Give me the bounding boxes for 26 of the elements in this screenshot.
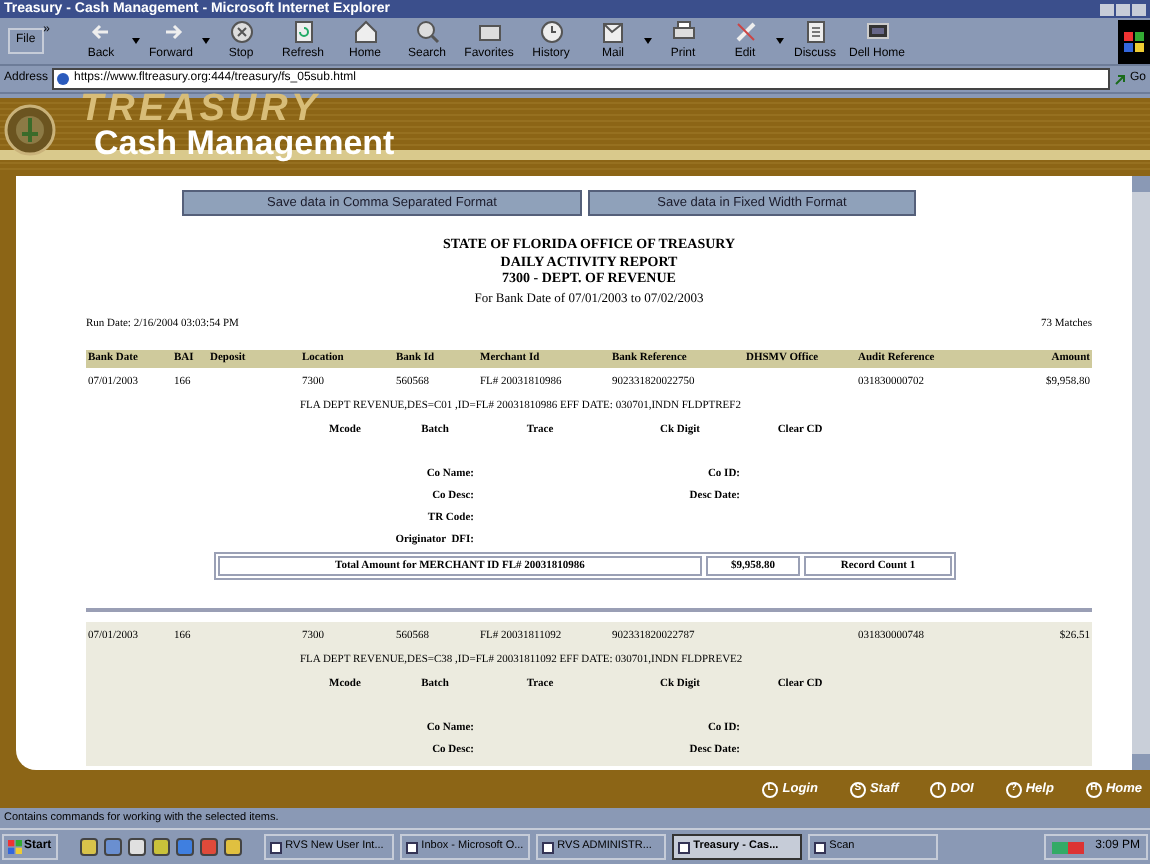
- monitor-icon: [865, 20, 890, 44]
- refresh-icon: [291, 20, 316, 44]
- mail-icon: [601, 20, 626, 44]
- tray-icons: [1051, 841, 1084, 853]
- window-icon: [813, 841, 826, 853]
- banner-title: Cash Management: [94, 124, 395, 164]
- search-icon: [415, 20, 440, 44]
- window-icon: [541, 841, 554, 853]
- banner-watermark: TREASURY: [80, 94, 321, 126]
- dropdown-arrow-icon[interactable]: [776, 38, 785, 44]
- windows-logo-icon: [1118, 19, 1150, 63]
- stop-icon: [229, 20, 254, 44]
- window-icon: [677, 841, 690, 853]
- dropdown-arrow-icon[interactable]: [202, 38, 211, 44]
- printer-icon: [671, 20, 696, 44]
- dropdown-arrow-icon[interactable]: [132, 38, 141, 44]
- window-icon: [405, 841, 418, 853]
- page-icon: [56, 72, 71, 86]
- clock-icon: [539, 20, 564, 44]
- windows-logo-icon: [8, 840, 22, 854]
- back-arrow-icon: [89, 20, 114, 44]
- window-icon: [269, 841, 282, 853]
- document-icon: [803, 20, 828, 44]
- seal-drawing: [4, 104, 56, 156]
- dropdown-arrow-icon[interactable]: [644, 38, 653, 44]
- pencil-icon: [733, 20, 758, 44]
